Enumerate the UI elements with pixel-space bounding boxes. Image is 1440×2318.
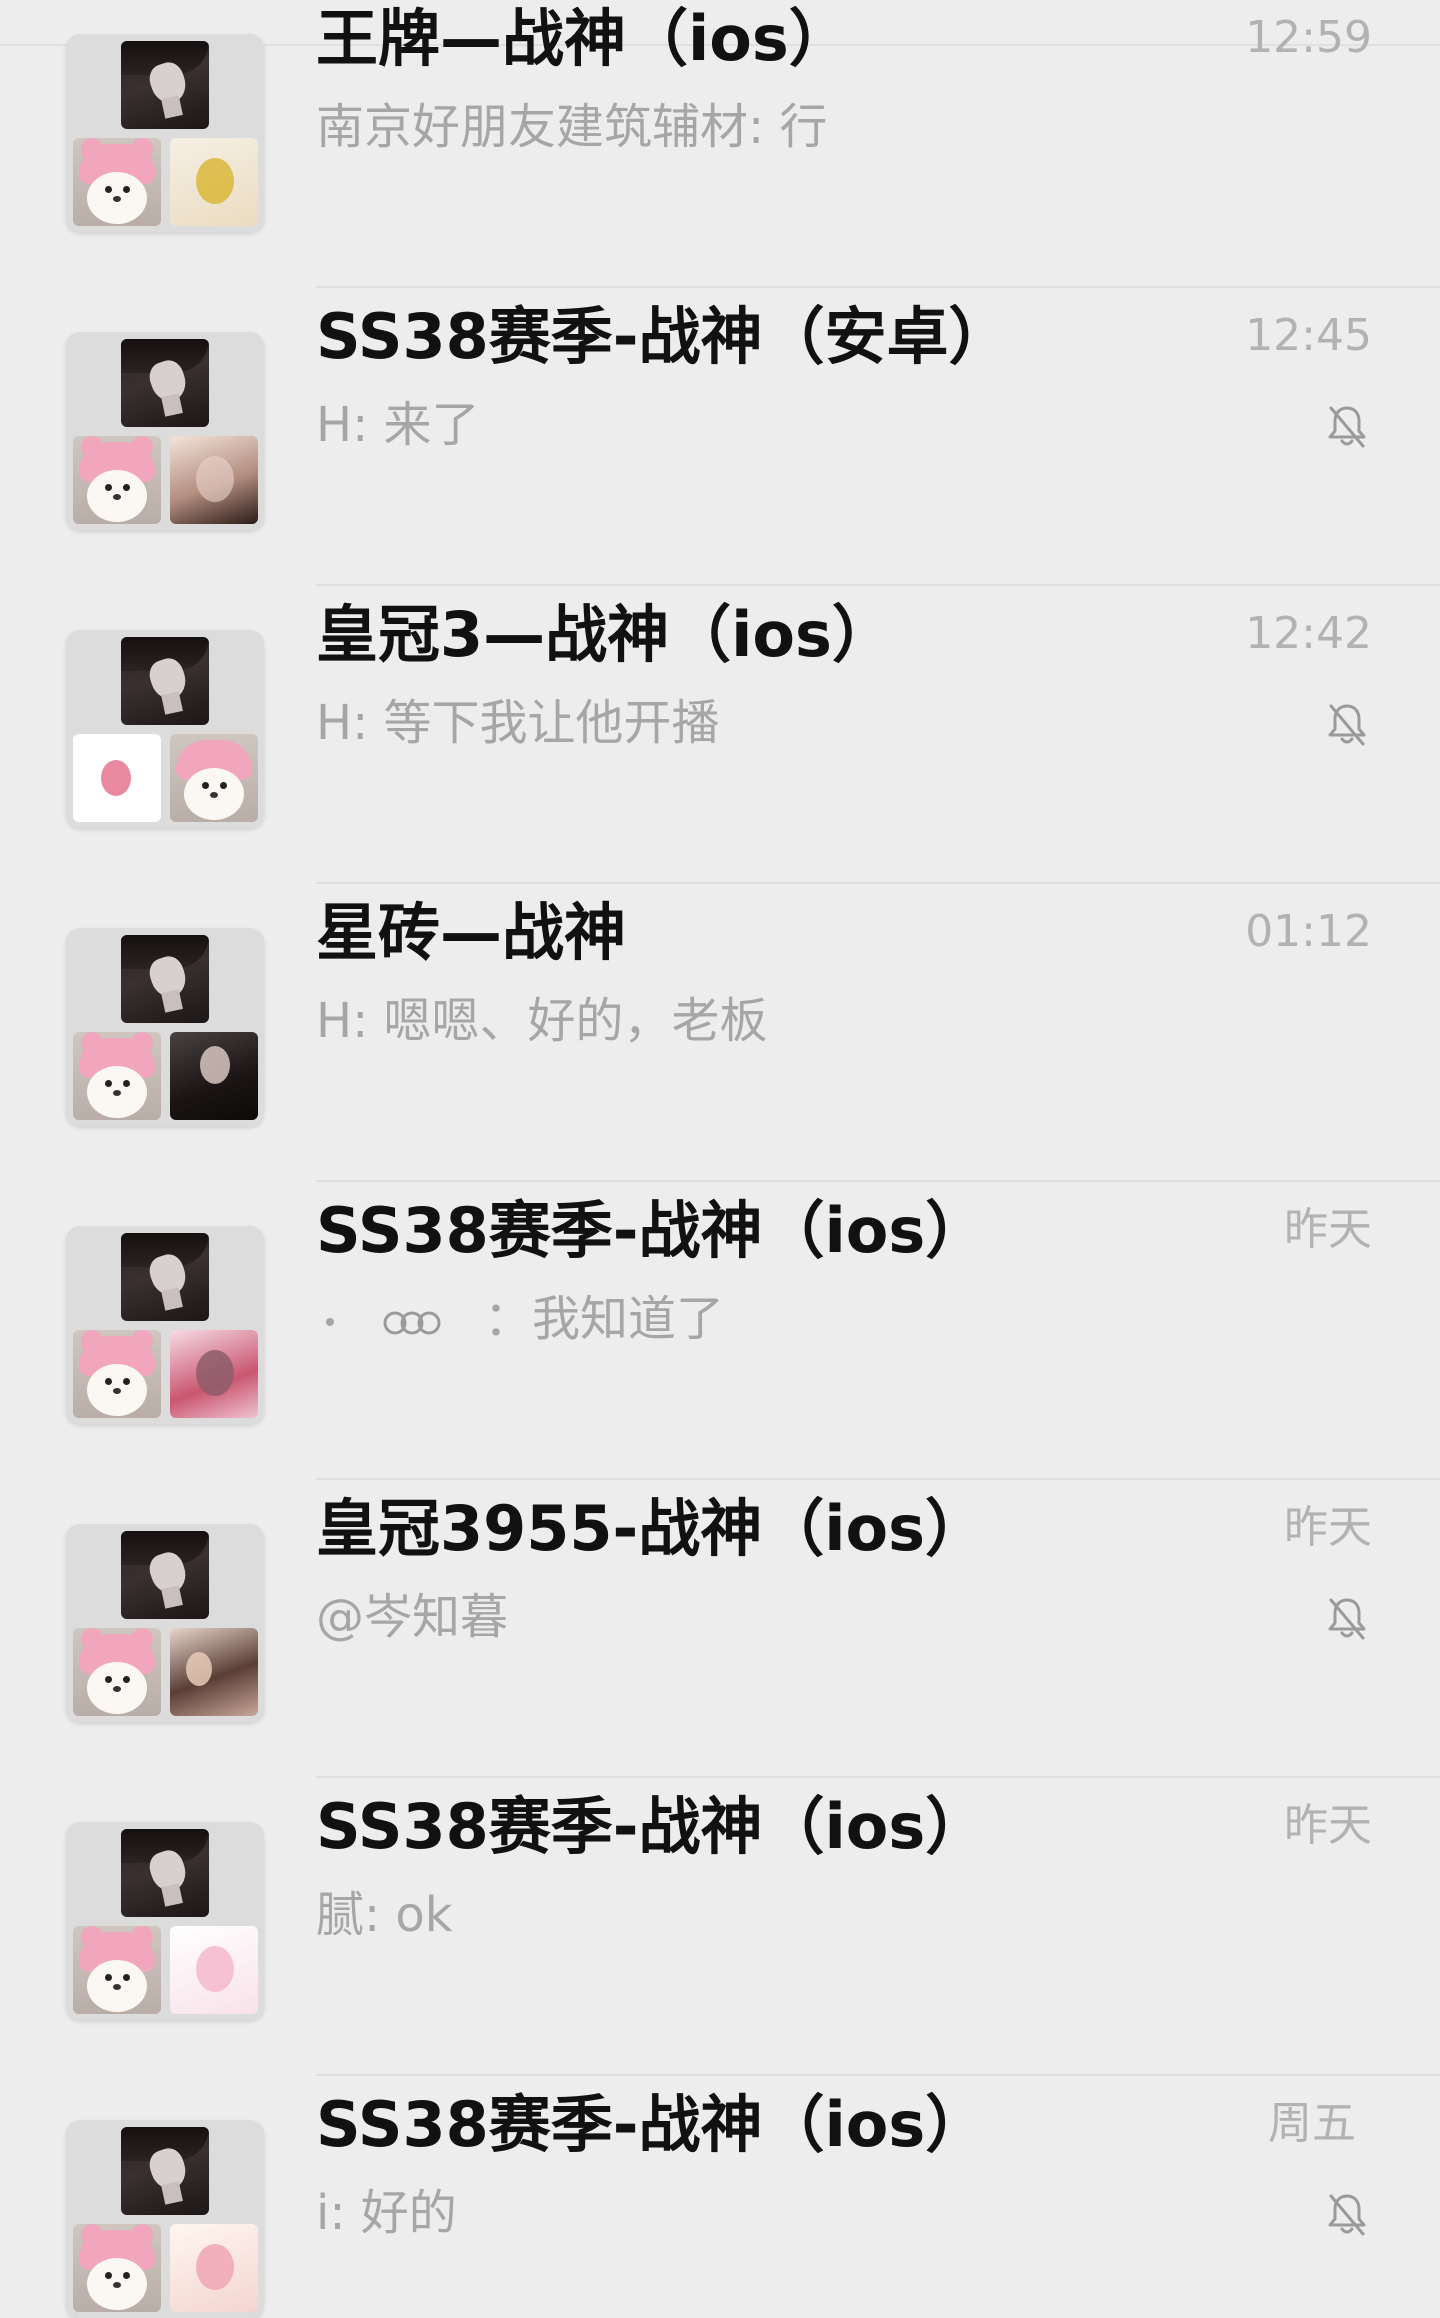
chat-preview: 腻: ok bbox=[316, 1887, 453, 1943]
avatar-tile bbox=[170, 734, 258, 822]
chat-time: 12:42 bbox=[1245, 608, 1372, 659]
avatar-tile bbox=[73, 734, 161, 822]
avatar-tile bbox=[121, 935, 209, 1023]
avatar-tile bbox=[170, 1032, 258, 1120]
avatar-tile bbox=[121, 1531, 209, 1619]
avatar-tile bbox=[170, 138, 258, 226]
chat-time: 周五 bbox=[1268, 2098, 1356, 2149]
chat-time: 12:45 bbox=[1245, 310, 1372, 361]
chat-title: 皇冠3—战神（ios） bbox=[316, 598, 894, 671]
chat-title: 皇冠3955-战神（ios） bbox=[316, 1492, 988, 1565]
group-avatar[interactable] bbox=[66, 1822, 264, 2020]
chat-time: 01:12 bbox=[1245, 906, 1372, 957]
chat-title: SS38赛季-战神（ios） bbox=[316, 2088, 988, 2161]
chat-row[interactable]: 星砖—战神 01:12 H: 嗯嗯、好的，老板 bbox=[0, 884, 1440, 1182]
chat-title: SS38赛季-战神（ios） bbox=[316, 1194, 988, 1267]
chat-preview: H: 来了 bbox=[316, 397, 480, 453]
chat-row[interactable]: 皇冠3955-战神（ios） 昨天 @岑知暮 bbox=[0, 1480, 1440, 1778]
chat-time: 昨天 bbox=[1284, 1502, 1372, 1553]
avatar-tile bbox=[73, 138, 161, 226]
avatar-tile bbox=[170, 436, 258, 524]
sender-dot bbox=[326, 1318, 334, 1326]
bell-slash-icon bbox=[1322, 402, 1372, 452]
group-avatar[interactable] bbox=[66, 630, 264, 828]
bell-slash-icon bbox=[1322, 1594, 1372, 1644]
chat-preview: 南京好朋友建筑辅材: 行 bbox=[316, 99, 828, 155]
chat-row[interactable]: SS38赛季-战神（ios） 周五 i: 好的 bbox=[0, 2076, 1440, 2318]
chat-time: 昨天 bbox=[1284, 1204, 1372, 1255]
sender-rings-icon bbox=[380, 1289, 450, 1355]
group-avatar[interactable] bbox=[66, 2120, 264, 2318]
group-avatar[interactable] bbox=[66, 1524, 264, 1722]
avatar-tile bbox=[170, 2224, 258, 2312]
chat-time: 昨天 bbox=[1284, 1800, 1372, 1851]
bell-slash-icon bbox=[1322, 2190, 1372, 2240]
bell-slash-icon bbox=[1322, 700, 1372, 750]
group-avatar[interactable] bbox=[66, 1226, 264, 1424]
avatar-tile bbox=[121, 1829, 209, 1917]
group-avatar[interactable] bbox=[66, 34, 264, 232]
chat-row[interactable]: 皇冠3—战神（ios） 12:42 H: 等下我让他开播 bbox=[0, 586, 1440, 884]
group-avatar[interactable] bbox=[66, 928, 264, 1126]
chat-row[interactable]: 王牌—战神（ios） 12:59 南京好朋友建筑辅材: 行 bbox=[0, 0, 1440, 288]
chat-row[interactable]: SS38赛季-战神（ios） 昨天 腻: ok bbox=[0, 1778, 1440, 2076]
avatar-tile bbox=[121, 637, 209, 725]
avatar-tile bbox=[73, 1330, 161, 1418]
avatar-tile bbox=[73, 1926, 161, 2014]
avatar-tile bbox=[73, 1032, 161, 1120]
avatar-tile bbox=[170, 1628, 258, 1716]
chat-preview: ：我知道了 bbox=[316, 1286, 1216, 1355]
chat-preview-text: ：我知道了 bbox=[484, 1291, 725, 1347]
chat-time: 12:59 bbox=[1245, 12, 1372, 63]
chat-preview: H: 嗯嗯、好的，老板 bbox=[316, 993, 768, 1049]
chat-preview: H: 等下我让他开播 bbox=[316, 695, 720, 751]
chat-preview: @岑知暮 bbox=[316, 1589, 509, 1645]
chat-title: SS38赛季-战神（安卓） bbox=[316, 300, 1011, 373]
avatar-tile bbox=[121, 339, 209, 427]
avatar-tile bbox=[121, 2127, 209, 2215]
chat-title: 星砖—战神 bbox=[316, 896, 627, 969]
avatar-tile bbox=[121, 1233, 209, 1321]
chat-preview: i: 好的 bbox=[316, 2185, 457, 2241]
chat-row[interactable]: SS38赛季-战神（安卓） 12:45 H: 来了 bbox=[0, 288, 1440, 586]
chat-title: SS38赛季-战神（ios） bbox=[316, 1790, 988, 1863]
chat-title: 王牌—战神（ios） bbox=[316, 2, 851, 75]
group-avatar[interactable] bbox=[66, 332, 264, 530]
avatar-tile bbox=[170, 1926, 258, 2014]
avatar-tile bbox=[73, 2224, 161, 2312]
avatar-tile bbox=[73, 1628, 161, 1716]
chat-row[interactable]: SS38赛季-战神（ios） 昨天 ：我知道了 bbox=[0, 1182, 1440, 1480]
avatar-tile bbox=[121, 41, 209, 129]
chat-list: 王牌—战神（ios） 12:59 南京好朋友建筑辅材: 行 SS38赛季-战神（… bbox=[0, 0, 1440, 2318]
avatar-tile bbox=[170, 1330, 258, 1418]
avatar-tile bbox=[73, 436, 161, 524]
